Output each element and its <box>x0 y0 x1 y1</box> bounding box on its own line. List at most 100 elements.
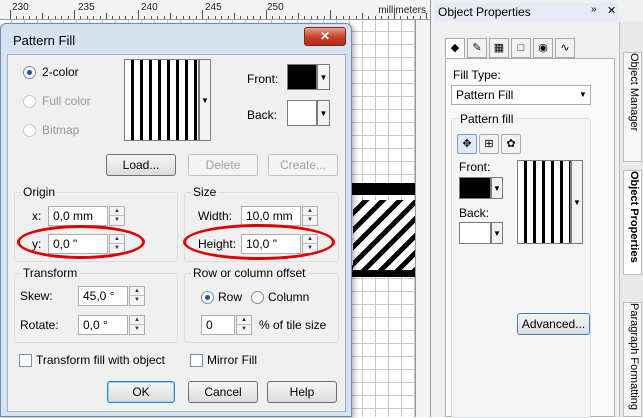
origin-x-spinner[interactable]: ▲ ▼ <box>109 206 125 226</box>
ruler-tick <box>406 16 408 19</box>
skew-input[interactable]: 45,0 ° <box>78 286 128 306</box>
ruler-tick <box>413 16 415 19</box>
rotate-input[interactable]: 0,0 ° <box>78 315 128 335</box>
load-button[interactable]: Load... <box>106 154 176 176</box>
tab-object-properties[interactable]: Object Properties <box>623 170 642 275</box>
ruler-tick <box>163 16 165 19</box>
chevron-down-icon[interactable]: ▼ <box>579 90 587 99</box>
radio-bitmap[interactable] <box>23 124 36 137</box>
chevron-down-icon: ▼ <box>573 198 581 207</box>
radio-2-color[interactable] <box>23 66 36 79</box>
origin-x-input[interactable]: 0,0 mm <box>48 206 108 226</box>
ruler-tick <box>387 16 389 19</box>
panel-front-swatch[interactable] <box>459 177 491 199</box>
pattern-dropdown-arrow[interactable]: ▼ <box>199 59 211 141</box>
close-icon[interactable]: ✕ <box>607 4 616 17</box>
panel-back-label: Back: <box>459 206 490 220</box>
vertical-ruler[interactable] <box>415 20 430 417</box>
ruler-number: 235 <box>78 2 95 13</box>
ruler-tick <box>157 16 159 19</box>
pattern-filled-shape[interactable] <box>353 200 415 270</box>
origin-x-label: x: <box>32 209 42 223</box>
cancel-button[interactable]: Cancel <box>188 381 258 403</box>
offset-suffix: % of tile size <box>259 318 327 332</box>
pattern-preview[interactable] <box>124 59 199 141</box>
internet-tab-icon[interactable]: ◉ <box>533 38 553 58</box>
horizontal-ruler[interactable]: 230 235 240 245 250 millimeters <box>0 0 430 20</box>
size-title: Size <box>191 185 219 199</box>
ruler-tick <box>246 16 248 19</box>
front-color-swatch[interactable] <box>287 64 317 90</box>
offset-spinner[interactable]: ▲ ▼ <box>236 315 252 335</box>
radio-row[interactable] <box>201 291 214 304</box>
ok-button[interactable]: OK <box>107 381 175 403</box>
two-color-mode-icon[interactable]: ✥ <box>457 134 477 154</box>
create-button[interactable]: Create... <box>268 154 338 176</box>
chevrons-right-icon[interactable]: » <box>591 4 597 15</box>
ruler-tick <box>374 16 376 19</box>
ruler-tick <box>195 16 197 19</box>
ruler-tick <box>189 16 191 19</box>
help-button[interactable]: Help <box>267 381 337 403</box>
offset-title: Row or column offset <box>191 266 308 280</box>
width-input[interactable]: 10,0 mm <box>241 206 301 226</box>
ruler-tick <box>310 16 312 19</box>
transform-tab-icon[interactable]: ▦ <box>489 38 509 58</box>
back-color-swatch[interactable] <box>287 100 317 126</box>
ruler-tick <box>106 13 107 19</box>
advanced-button[interactable]: Advanced... <box>517 313 590 335</box>
origin-title: Origin <box>21 185 58 199</box>
full-color-mode-icon[interactable]: ⊞ <box>479 134 499 154</box>
tab-paragraph-formatting-label: Paragraph Formatting <box>628 303 640 410</box>
curve-tab-icon[interactable]: ∿ <box>555 38 575 58</box>
ruler-tick <box>336 16 338 19</box>
close-button[interactable]: ✕ <box>304 27 346 46</box>
delete-button[interactable]: Delete <box>188 154 258 176</box>
offset-input[interactable]: 0 <box>201 315 235 335</box>
panel-back-swatch[interactable] <box>459 222 491 244</box>
corner-tab-icon[interactable]: □ <box>511 38 531 58</box>
transform-fill-checkbox[interactable] <box>19 354 32 367</box>
ruler-tick <box>291 16 293 19</box>
ruler-tick <box>74 10 75 19</box>
tab-paragraph-formatting[interactable]: Paragraph Formatting <box>623 302 642 417</box>
radio-column[interactable] <box>251 291 264 304</box>
panel-front-dropdown[interactable]: ▼ <box>491 177 503 199</box>
ruler-number: 250 <box>267 2 284 13</box>
back-color-dropdown[interactable]: ▼ <box>317 100 330 126</box>
fill-tab-icon[interactable]: ◆ <box>445 38 465 58</box>
radio-full-color-label: Full color <box>42 94 91 108</box>
ruler-tick <box>400 16 402 19</box>
ruler-tick <box>214 16 216 19</box>
rotate-spinner[interactable]: ▲ ▼ <box>129 315 145 335</box>
ruler-tick <box>48 16 50 19</box>
mirror-fill-checkbox[interactable] <box>190 354 203 367</box>
ruler-tick <box>342 16 344 19</box>
panel-back-dropdown[interactable]: ▼ <box>491 222 503 244</box>
ruler-tick <box>10 10 11 19</box>
tab-object-manager-label: Object Manager <box>628 53 640 132</box>
ruler-tick <box>298 13 299 19</box>
mirror-fill-label: Mirror Fill <box>207 353 257 367</box>
panel-pattern-dropdown[interactable]: ▼ <box>571 160 583 244</box>
fill-type-select[interactable]: Pattern Fill <box>451 85 591 105</box>
ruler-tick <box>368 16 370 19</box>
radio-full-color[interactable] <box>23 95 36 108</box>
ruler-tick <box>131 16 133 19</box>
ruler-tick <box>22 16 24 19</box>
tab-object-properties-label: Object Properties <box>628 171 640 263</box>
bitmap-mode-icon[interactable]: ✿ <box>501 134 521 154</box>
skew-spinner[interactable]: ▲ ▼ <box>129 286 145 306</box>
close-icon: ✕ <box>319 29 331 43</box>
width-spinner[interactable]: ▲ ▼ <box>302 206 318 226</box>
panel-pattern-preview[interactable] <box>517 160 571 244</box>
outline-tab-icon[interactable]: ✎ <box>467 38 487 58</box>
ruler-tick <box>330 10 331 19</box>
front-color-dropdown[interactable]: ▼ <box>317 64 330 90</box>
ruler-tick <box>80 16 82 19</box>
ok-label: OK <box>132 385 150 399</box>
tab-object-manager[interactable]: Object Manager <box>623 52 642 162</box>
ruler-tick <box>125 16 127 19</box>
transform-title: Transform <box>21 266 80 280</box>
ruler-tick <box>227 16 229 19</box>
